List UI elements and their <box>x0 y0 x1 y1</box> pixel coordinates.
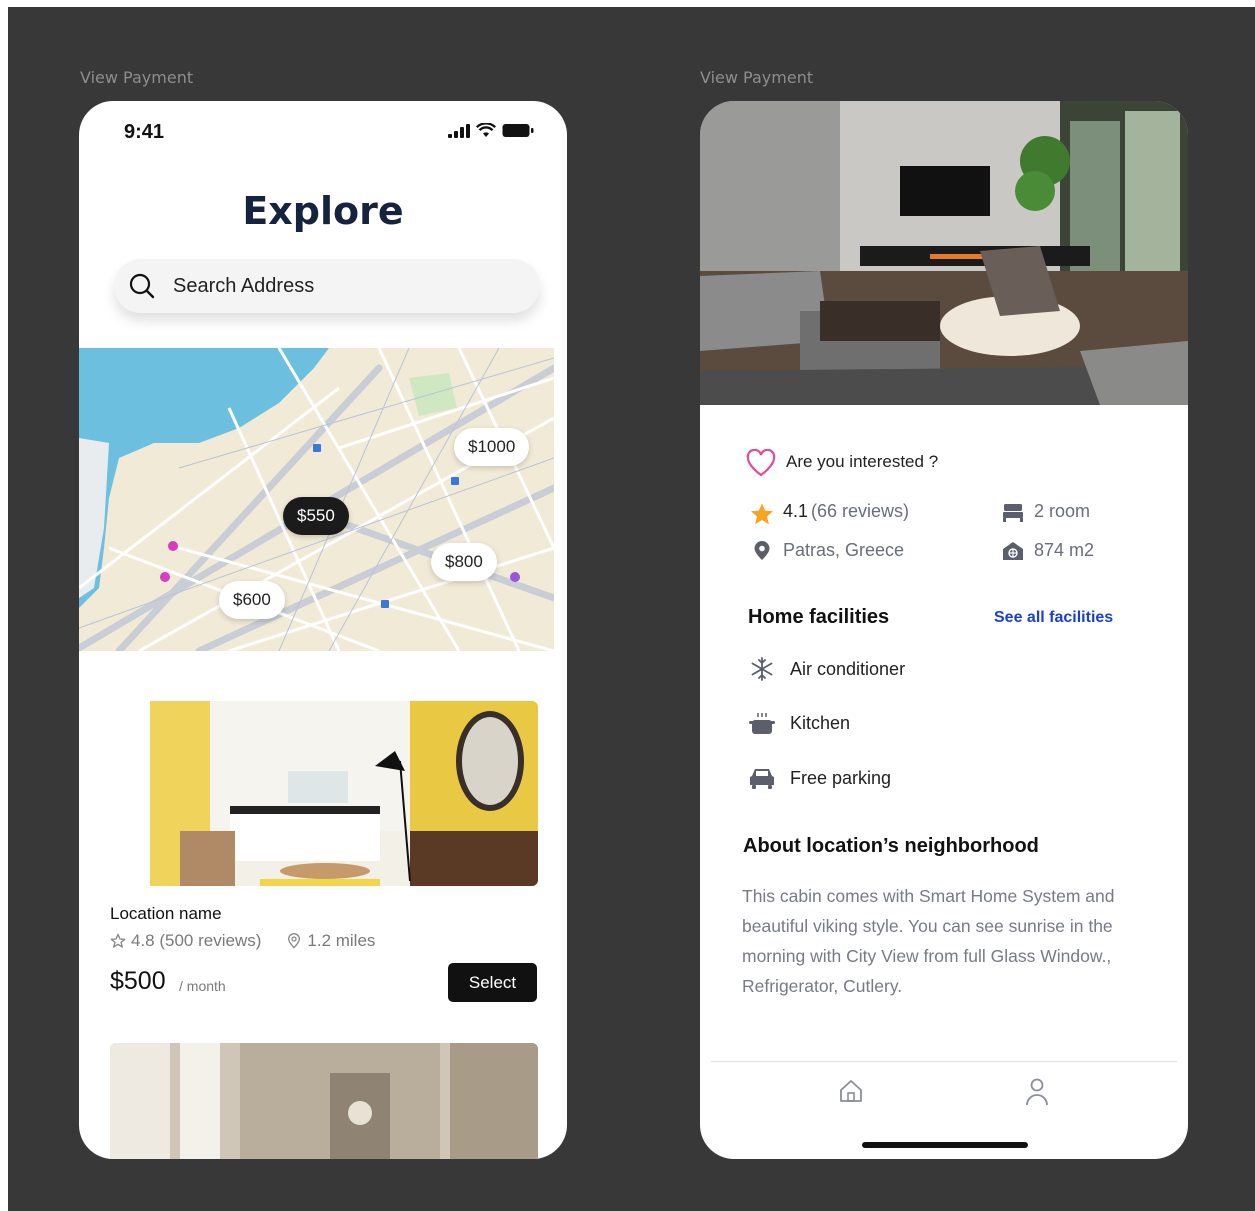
status-bar: 9:41 <box>79 101 567 161</box>
facility-label: Free parking <box>790 767 892 788</box>
location-pin-icon <box>288 933 301 949</box>
battery-icon <box>502 124 534 137</box>
status-time: 9:41 <box>124 121 165 143</box>
profile-icon[interactable] <box>1025 1077 1049 1107</box>
see-all-facilities-link[interactable]: See all facilities <box>994 609 1113 627</box>
about-heading: About location’s neighborhood <box>743 835 1039 857</box>
map-view[interactable]: $1000 $550 $800 $600 <box>79 348 554 651</box>
heart-icon[interactable] <box>746 449 776 477</box>
facility-label: Air conditioner <box>790 658 906 679</box>
snowflake-icon <box>751 657 773 681</box>
search-input[interactable]: Search Address <box>114 259 540 313</box>
map-pin[interactable]: $800 <box>431 543 497 581</box>
star-filled-icon <box>751 503 773 525</box>
facilities-heading: Home facilities <box>748 606 890 628</box>
select-button[interactable]: Select <box>448 963 537 1002</box>
rating-reviews: (66 reviews) <box>811 501 910 521</box>
listing-photo[interactable] <box>110 701 538 886</box>
signal-icon <box>448 124 470 138</box>
pot-icon <box>749 713 775 734</box>
listing-photo[interactable] <box>110 1043 538 1159</box>
bed-icon <box>1003 504 1023 522</box>
map-pin[interactable]: $1000 <box>454 428 530 466</box>
listing-rating: 4.8 (500 reviews) <box>131 931 262 950</box>
search-placeholder: Search Address <box>173 275 315 297</box>
area-text: 874 m2 <box>1034 540 1095 560</box>
status-icons <box>448 123 534 138</box>
home-icon[interactable] <box>838 1078 864 1104</box>
search-icon <box>129 273 155 299</box>
listing-photo-image <box>110 701 538 886</box>
location-pin-icon <box>754 541 770 560</box>
property-photo-image <box>700 101 1188 405</box>
about-description: This cabin comes with Smart Home System … <box>742 886 1115 996</box>
map-pin-selected[interactable]: $550 <box>283 497 349 535</box>
property-photo <box>700 101 1188 405</box>
listing-distance: 1.2 miles <box>307 931 376 950</box>
rating-value: 4.1 <box>783 501 809 521</box>
listing-price-unit: / month <box>179 978 226 994</box>
area-icon <box>1003 542 1023 560</box>
map-pin[interactable]: $600 <box>219 581 285 619</box>
listing-meta: 4.8 (500 reviews) 1.2 miles <box>110 931 375 951</box>
facility-item: Kitchen <box>748 709 850 737</box>
page-title: Explore <box>242 189 404 233</box>
listing-photo-image <box>110 1043 538 1159</box>
details-screen: Are you interested ? 4.1 (66 reviews) 2 … <box>700 101 1188 1159</box>
listing-name: Location name <box>110 904 222 923</box>
facility-item: Air conditioner <box>748 655 905 683</box>
frame-label-right: View Payment <box>700 68 814 87</box>
facility-item: Free parking <box>748 764 891 792</box>
frame-label-left: View Payment <box>80 68 194 87</box>
explore-screen: 9:41 Explore Search Address $1000 $550 $… <box>79 101 567 1159</box>
wifi-icon <box>476 123 496 137</box>
home-indicator <box>862 1142 1028 1148</box>
listing-price: $500 <box>110 967 166 995</box>
room-count: 2 room <box>1034 501 1091 521</box>
interest-label: Are you interested ? <box>786 452 939 471</box>
location-text: Patras, Greece <box>783 540 905 560</box>
facility-label: Kitchen <box>790 712 851 733</box>
star-outline-icon <box>110 933 126 948</box>
car-icon <box>750 769 774 789</box>
